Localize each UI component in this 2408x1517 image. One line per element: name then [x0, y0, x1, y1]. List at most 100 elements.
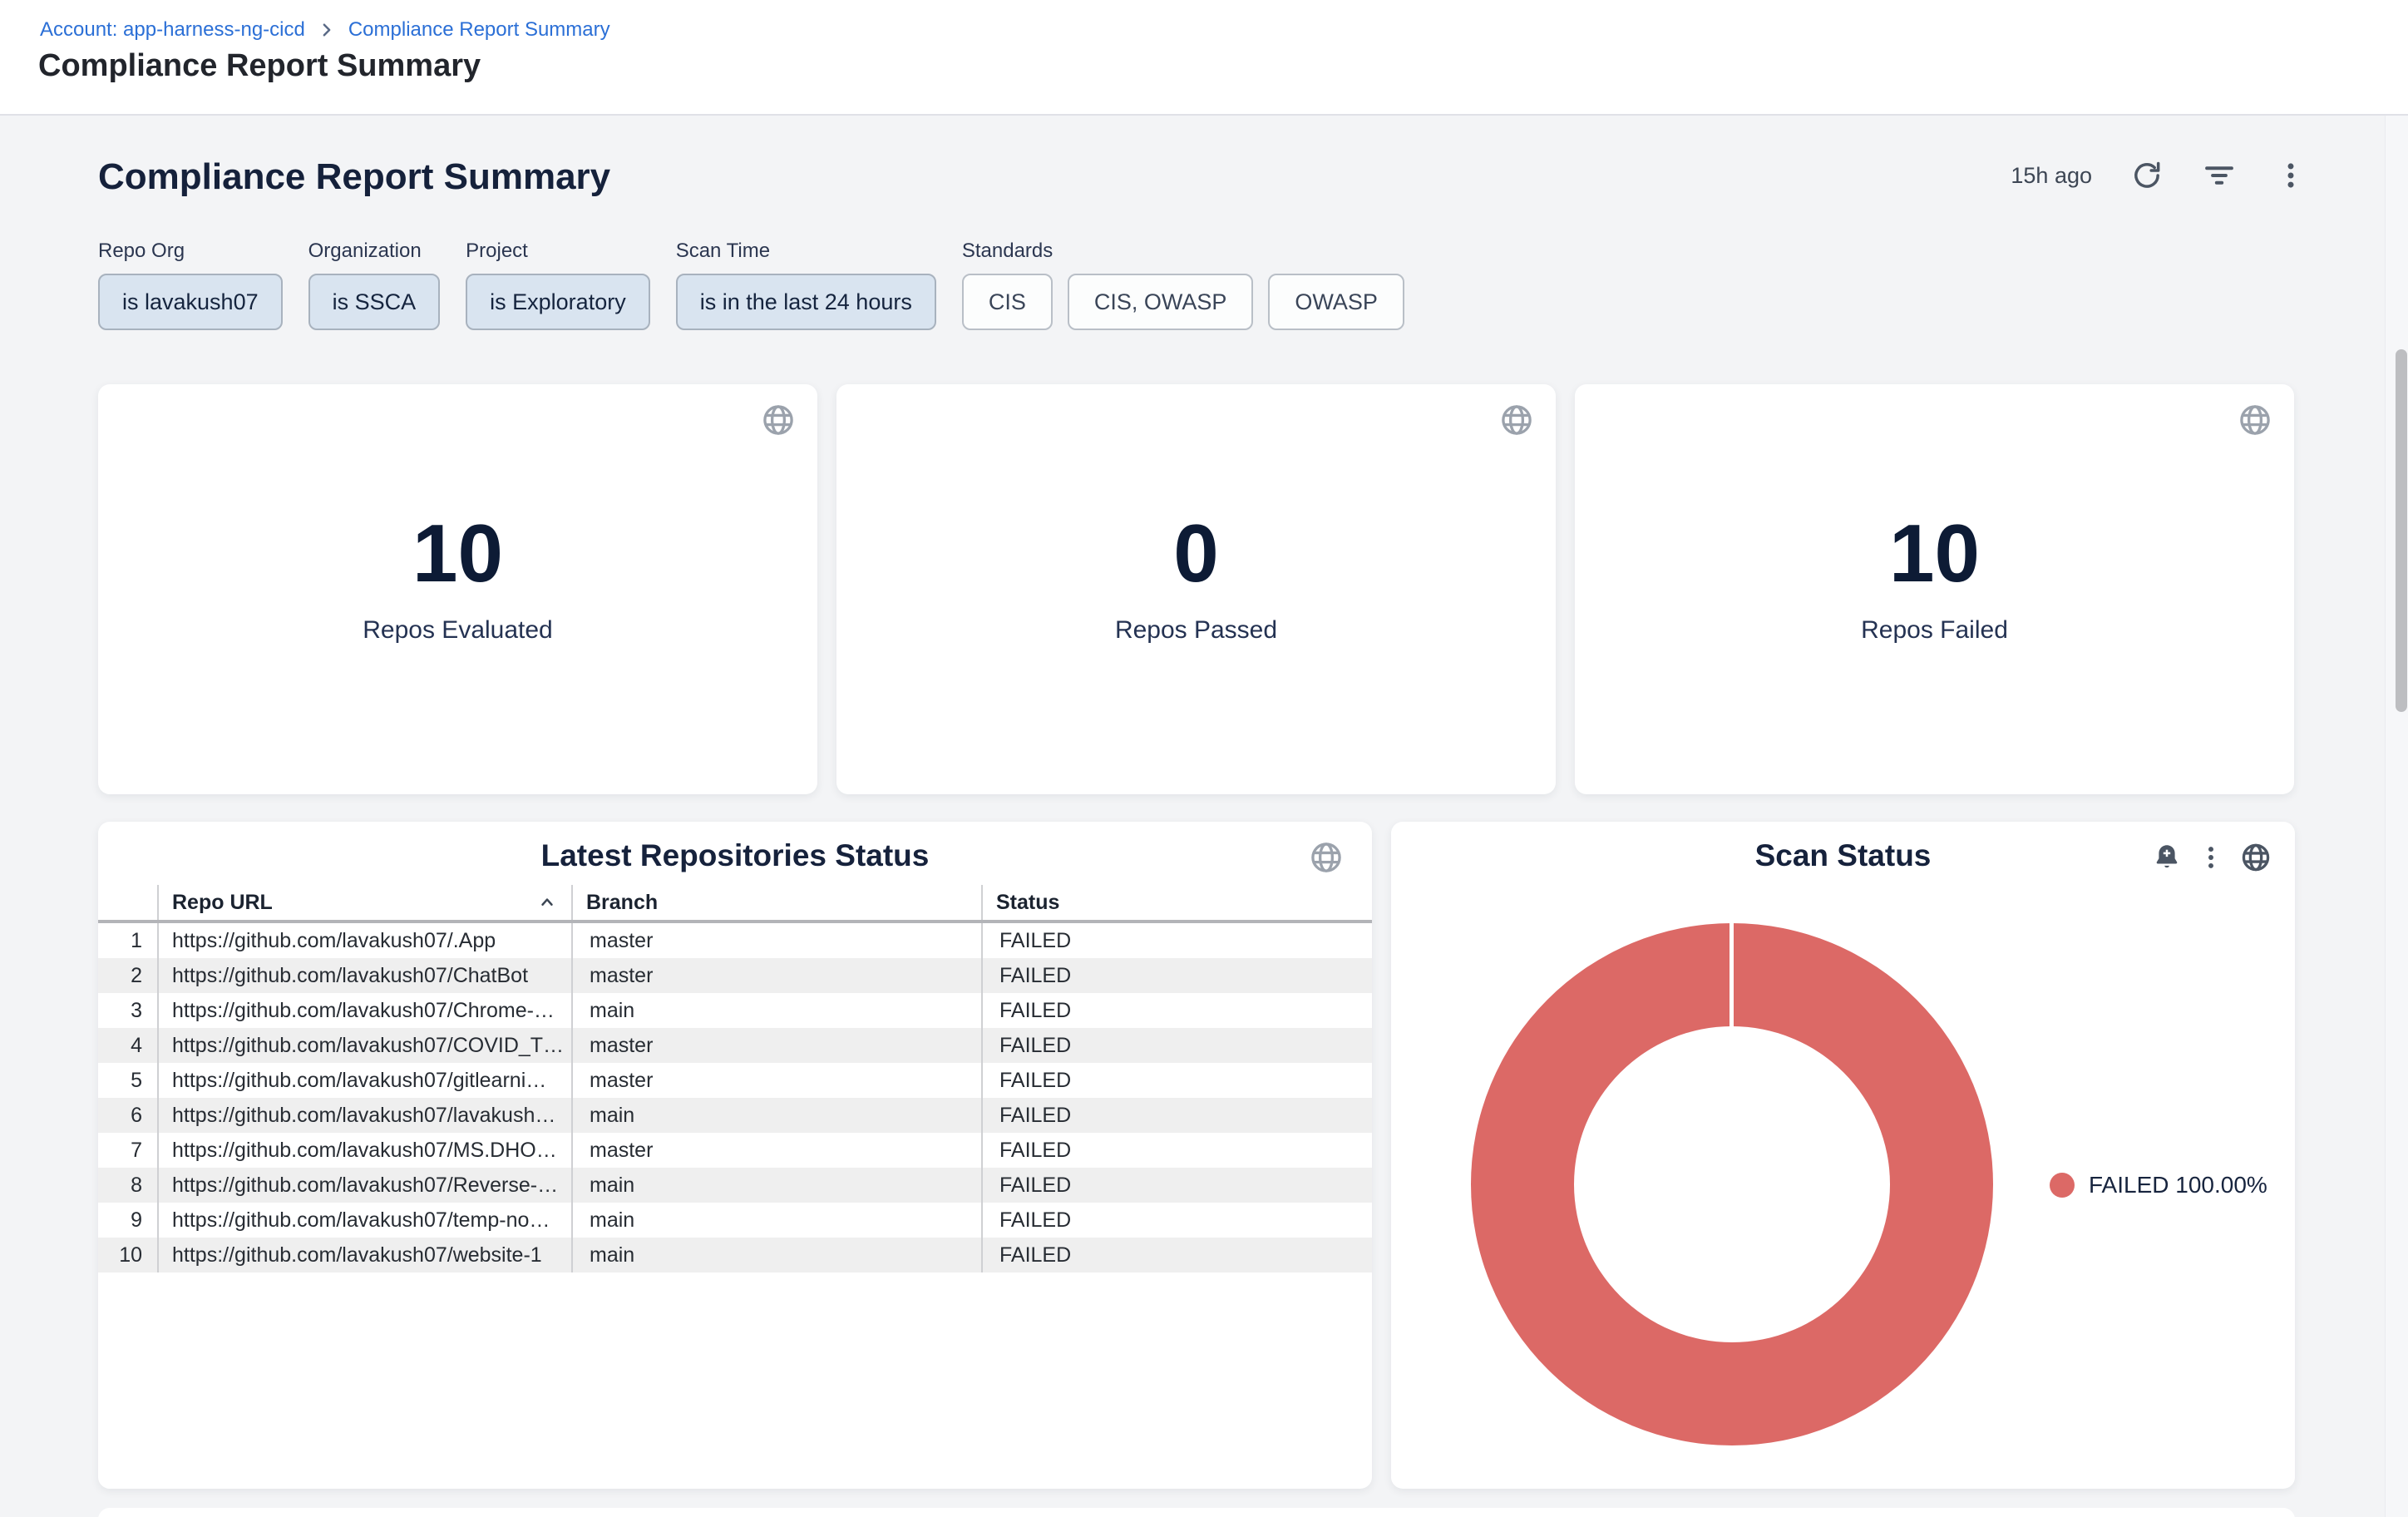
table-row: 2 https://github.com/lavakush07/ChatBot …	[98, 958, 1372, 993]
stat-label: Repos Evaluated	[98, 616, 817, 645]
compliance-dashboard-page: Account: app-harness-ng-cicd Compliance …	[0, 0, 2408, 1517]
repo-url-cell: https://github.com/lavakush07/Chrome-…	[158, 993, 572, 1028]
standards-option-cis-owasp[interactable]: CIS, OWASP	[1068, 274, 1254, 330]
branch-cell: master	[572, 1028, 982, 1063]
standards-option-owasp[interactable]: OWASP	[1268, 274, 1404, 330]
repo-table: Repo URL Branch Status 1 https://github.…	[98, 885, 1372, 1272]
stat-label: Repos Passed	[836, 616, 1556, 645]
repo-url-cell: https://github.com/lavakush07/Reverse-…	[158, 1168, 572, 1203]
page-title: Compliance Report Summary	[38, 48, 481, 84]
filter-scan-time: Scan Time is in the last 24 hours	[676, 240, 936, 330]
status-cell: FAILED	[982, 1238, 1372, 1272]
alert-bell-icon[interactable]	[2152, 843, 2182, 872]
chart-legend-failed[interactable]: FAILED 100.00%	[2050, 1172, 2267, 1198]
table-row: 3 https://github.com/lavakush07/Chrome-……	[98, 993, 1372, 1028]
repo-url-cell: https://github.com/lavakush07/gitlearni…	[158, 1063, 572, 1098]
stat-cards-row: 10 Repos Evaluated 0 Repos Passed 10 Rep…	[98, 384, 2294, 794]
status-cell: FAILED	[982, 958, 1372, 993]
filter-standards: Standards CIS CIS, OWASP OWASP	[962, 240, 1404, 330]
sort-asc-icon[interactable]	[538, 893, 556, 917]
status-cell: FAILED	[982, 1063, 1372, 1098]
branch-cell: master	[572, 958, 982, 993]
next-panel-partial	[98, 1508, 2295, 1517]
table-row: 1 https://github.com/lavakush07/.App mas…	[98, 922, 1372, 958]
branch-cell: main	[572, 1098, 982, 1133]
filters-row: Repo Org is lavakush07 Organization is S…	[98, 240, 1404, 330]
filter-chip-scan-time[interactable]: is in the last 24 hours	[676, 274, 936, 330]
filter-label: Organization	[308, 240, 441, 263]
status-cell: FAILED	[982, 993, 1372, 1028]
row-number-header	[98, 885, 158, 922]
status-cell: FAILED	[982, 922, 1372, 958]
breadcrumb-page-link[interactable]: Compliance Report Summary	[348, 18, 610, 42]
filter-chip-project[interactable]: is Exploratory	[466, 274, 650, 330]
kebab-menu-icon[interactable]	[2197, 843, 2225, 872]
latest-repositories-panel: Latest Repositories Status Repo URL	[98, 822, 1372, 1489]
globe-icon[interactable]	[2240, 842, 2272, 873]
status-cell: FAILED	[982, 1168, 1372, 1203]
scan-status-panel: Scan Status	[1391, 822, 2295, 1489]
stat-value: 0	[836, 511, 1556, 596]
repo-url-cell: https://github.com/lavakush07/temp-no…	[158, 1203, 572, 1238]
stat-value: 10	[1575, 511, 2294, 596]
branch-cell: master	[572, 1063, 982, 1098]
table-row: 9 https://github.com/lavakush07/temp-no……	[98, 1203, 1372, 1238]
filter-label: Scan Time	[676, 240, 936, 263]
filter-organization: Organization is SSCA	[308, 240, 441, 330]
table-row: 8 https://github.com/lavakush07/Reverse-…	[98, 1168, 1372, 1203]
branch-cell: master	[572, 922, 982, 958]
kebab-menu-icon[interactable]	[2275, 160, 2307, 191]
filter-repo-org: Repo Org is lavakush07	[98, 240, 283, 330]
scan-status-donut-failed-segment[interactable]	[1471, 923, 1993, 1445]
stat-card-repos-failed: 10 Repos Failed	[1575, 384, 2294, 794]
scan-panel-icons	[2152, 842, 2272, 873]
filter-project: Project is Exploratory	[466, 240, 650, 330]
column-header-branch[interactable]: Branch	[572, 885, 982, 922]
donut-hole	[1574, 1026, 1890, 1342]
filter-icon[interactable]	[2202, 158, 2237, 193]
branch-cell: master	[572, 1133, 982, 1168]
filter-chip-repo-org[interactable]: is lavakush07	[98, 274, 283, 330]
globe-icon[interactable]	[2238, 403, 2272, 442]
scrollbar-thumb[interactable]	[2396, 349, 2407, 712]
column-header-status[interactable]: Status	[982, 885, 1372, 922]
column-header-repo-url[interactable]: Repo URL	[158, 885, 572, 922]
stat-value: 10	[98, 511, 817, 596]
branch-cell: main	[572, 1238, 982, 1272]
stat-card-repos-evaluated: 10 Repos Evaluated	[98, 384, 817, 794]
branch-cell: main	[572, 1203, 982, 1238]
legend-label: FAILED 100.00%	[2089, 1172, 2267, 1198]
repo-table-title: Latest Repositories Status	[98, 822, 1372, 873]
donut-segment-divider	[1730, 923, 1734, 1029]
repo-url-cell: https://github.com/lavakush07/website-1	[158, 1238, 572, 1272]
branch-cell: main	[572, 993, 982, 1028]
repo-url-cell: https://github.com/lavakush07/ChatBot	[158, 958, 572, 993]
status-cell: FAILED	[982, 1203, 1372, 1238]
table-row: 7 https://github.com/lavakush07/MS.DHO… …	[98, 1133, 1372, 1168]
dashboard-title: Compliance Report Summary	[98, 156, 610, 198]
globe-icon[interactable]	[1309, 840, 1344, 879]
app-header: Account: app-harness-ng-cicd Compliance …	[0, 0, 2408, 116]
standards-option-cis[interactable]: CIS	[962, 274, 1053, 330]
breadcrumb-account-link[interactable]: Account: app-harness-ng-cicd	[40, 18, 305, 42]
status-cell: FAILED	[982, 1133, 1372, 1168]
legend-color-dot	[2050, 1173, 2075, 1198]
globe-icon[interactable]	[761, 403, 796, 442]
breadcrumb: Account: app-harness-ng-cicd Compliance …	[40, 18, 610, 42]
filter-label: Project	[466, 240, 650, 263]
table-row: 6 https://github.com/lavakush07/lavakush…	[98, 1098, 1372, 1133]
stat-label: Repos Failed	[1575, 616, 2294, 645]
dashboard-controls: 15h ago	[2011, 158, 2307, 193]
repo-url-cell: https://github.com/lavakush07/COVID_T…	[158, 1028, 572, 1063]
repo-url-cell: https://github.com/lavakush07/MS.DHO…	[158, 1133, 572, 1168]
table-row: 5 https://github.com/lavakush07/gitlearn…	[98, 1063, 1372, 1098]
filter-chip-organization[interactable]: is SSCA	[308, 274, 441, 330]
status-cell: FAILED	[982, 1028, 1372, 1063]
last-refreshed-label: 15h ago	[2011, 163, 2092, 189]
globe-icon[interactable]	[1499, 403, 1534, 442]
scrollbar-track[interactable]	[2385, 116, 2408, 1517]
standards-buttons: CIS CIS, OWASP OWASP	[962, 274, 1404, 330]
repo-table-header-row: Repo URL Branch Status	[98, 885, 1372, 922]
refresh-icon[interactable]	[2130, 159, 2164, 192]
filter-label: Repo Org	[98, 240, 283, 263]
